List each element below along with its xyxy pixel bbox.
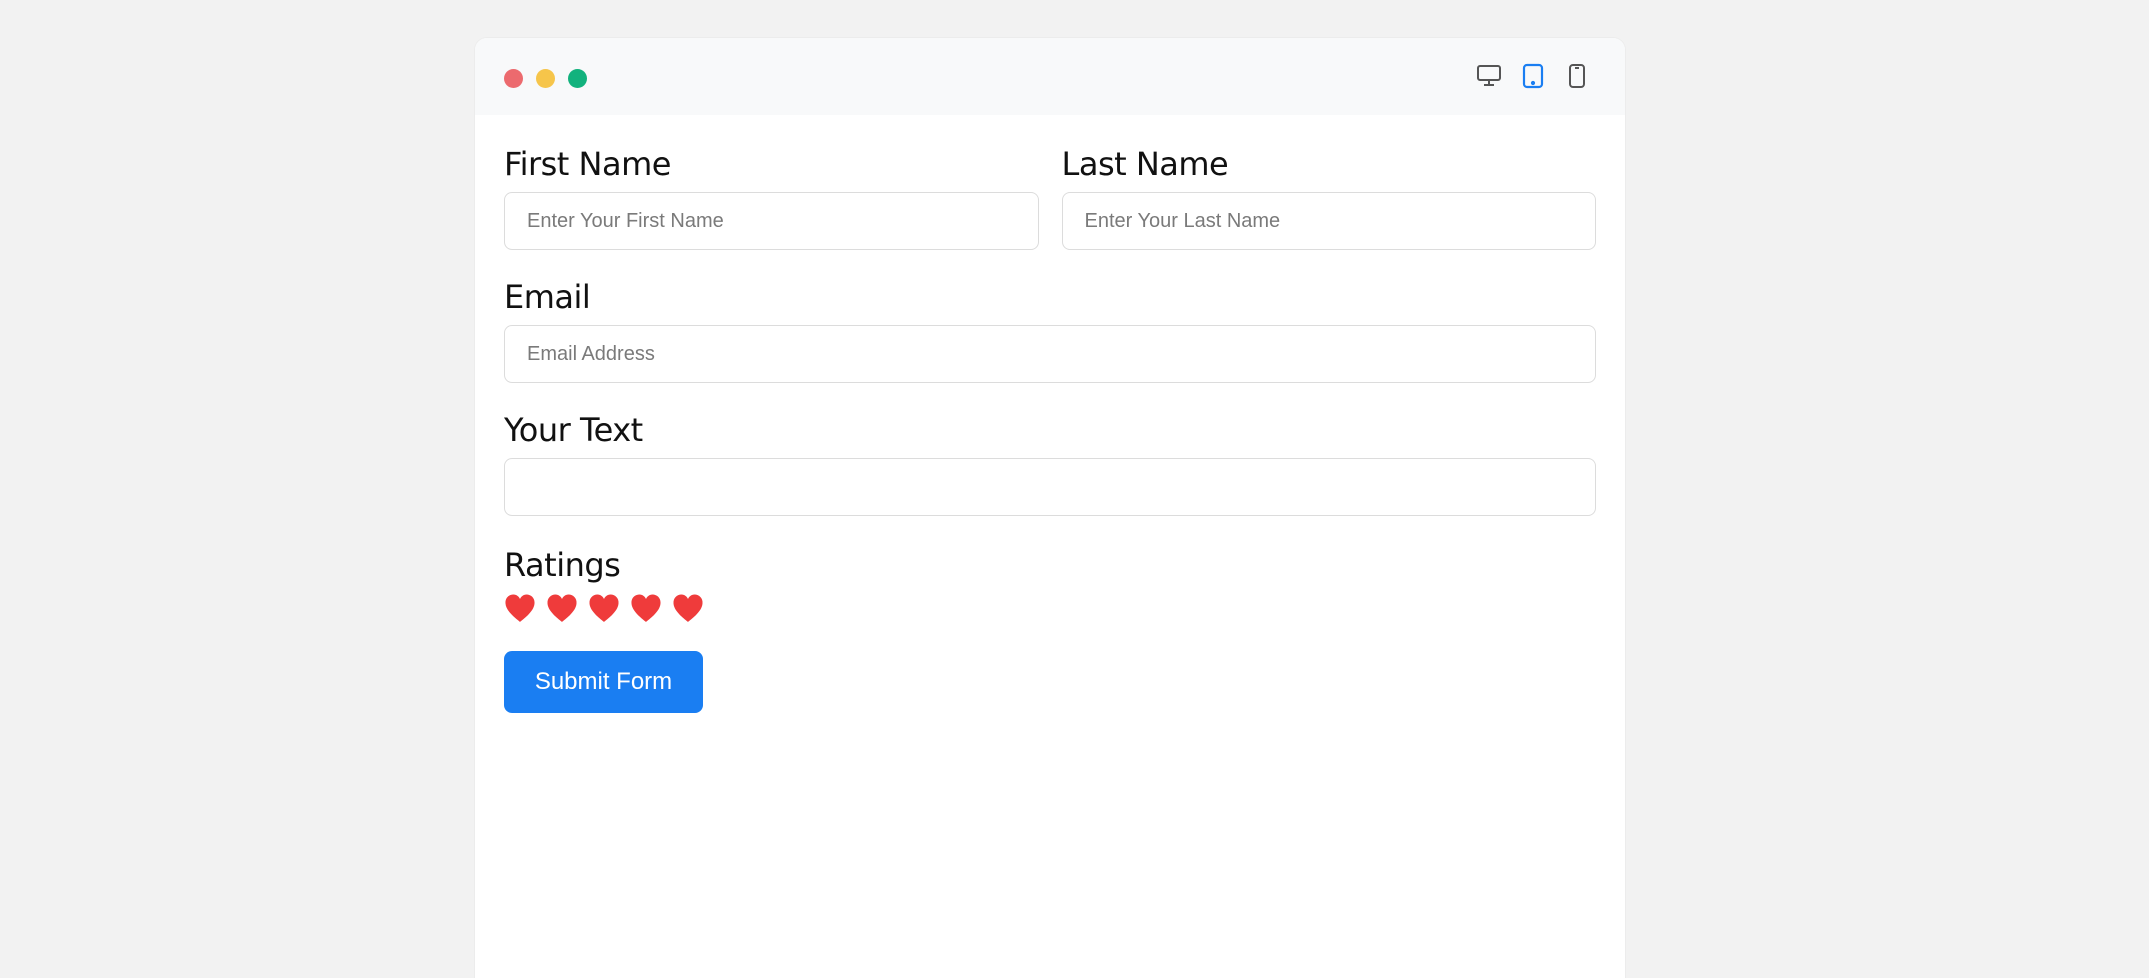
ratings-group: Ratings xyxy=(504,546,1596,623)
heart-icon[interactable] xyxy=(588,593,620,623)
desktop-icon-svg xyxy=(1477,65,1501,86)
submit-button[interactable]: Submit Form xyxy=(504,651,703,713)
first-name-label: First Name xyxy=(504,145,671,183)
your-text-input[interactable] xyxy=(504,458,1596,516)
tablet-icon[interactable] xyxy=(1518,61,1548,91)
close-dot[interactable] xyxy=(504,69,523,88)
mobile-icon[interactable] xyxy=(1562,61,1592,91)
ratings-hearts xyxy=(504,593,1596,623)
tablet-icon-svg xyxy=(1522,63,1544,89)
email-input[interactable] xyxy=(504,325,1596,383)
heart-icon[interactable] xyxy=(504,593,536,623)
device-toggle xyxy=(1474,61,1592,91)
heart-icon[interactable] xyxy=(630,593,662,623)
first-name-group: First Name xyxy=(504,145,1039,250)
email-label: Email xyxy=(504,278,591,316)
maximize-dot[interactable] xyxy=(568,69,587,88)
first-name-input[interactable] xyxy=(504,192,1039,250)
desktop-icon[interactable] xyxy=(1474,61,1504,91)
last-name-group: Last Name xyxy=(1061,145,1596,250)
your-text-group: Your Text xyxy=(504,411,1596,516)
email-group: Email xyxy=(504,278,1596,383)
form: First Name Last Name Email Your Text Rat… xyxy=(475,145,1625,713)
mobile-icon-svg xyxy=(1569,64,1585,88)
window-titlebar xyxy=(475,38,1625,115)
last-name-label: Last Name xyxy=(1061,145,1229,183)
name-row: First Name Last Name xyxy=(504,145,1596,250)
heart-icon[interactable] xyxy=(672,593,704,623)
ratings-label: Ratings xyxy=(504,546,621,584)
minimize-dot[interactable] xyxy=(536,69,555,88)
your-text-label: Your Text xyxy=(504,411,643,449)
preview-window: First Name Last Name Email Your Text Rat… xyxy=(475,38,1625,978)
last-name-input[interactable] xyxy=(1061,192,1596,250)
heart-icon[interactable] xyxy=(546,593,578,623)
